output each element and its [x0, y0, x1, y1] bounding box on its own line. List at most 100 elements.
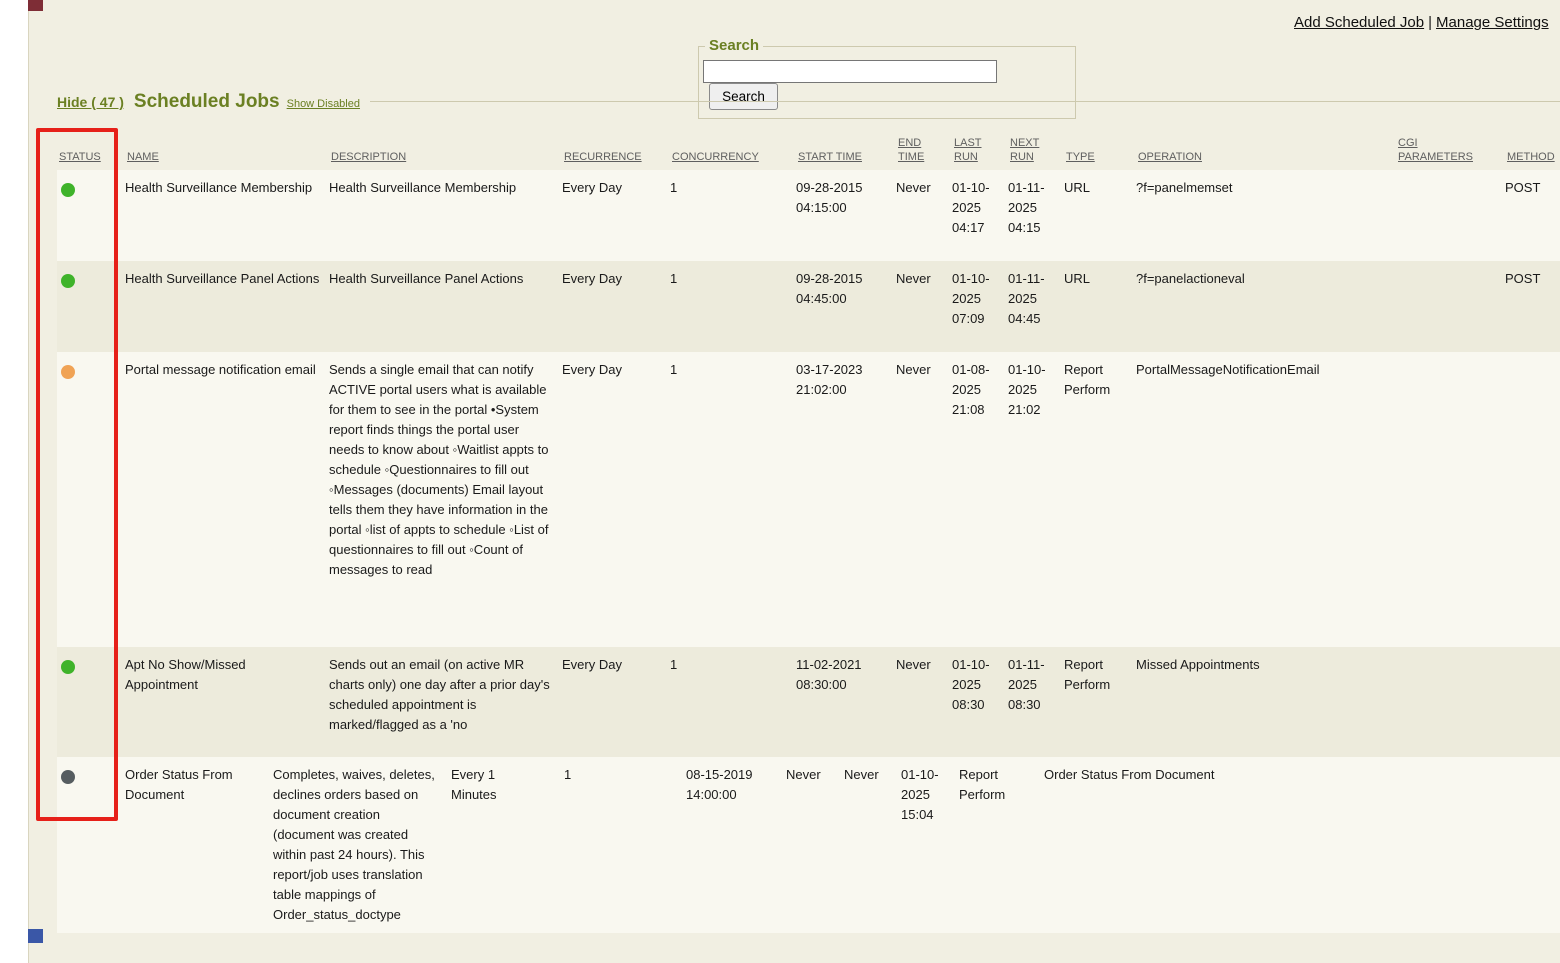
end-time-cell: Never — [896, 647, 952, 683]
table-header-row: STATUS NAME DESCRIPTION RECURRENCE CONCU… — [57, 125, 1560, 170]
last-run-cell: 01-10-2025 08:30 — [952, 647, 1008, 723]
concurrency-cell: 1 — [670, 647, 796, 683]
column-header-operation[interactable]: OPERATION — [1136, 150, 1396, 170]
status-dot — [61, 660, 75, 674]
type-cell: URL — [1064, 170, 1136, 206]
link-separator: | — [1428, 14, 1432, 31]
description-cell: Health Surveillance Panel Actions — [329, 261, 562, 297]
column-header-method[interactable]: METHOD — [1505, 150, 1560, 170]
column-header-end-time[interactable]: END TIME — [896, 136, 952, 170]
table-row[interactable]: Apt No Show/Missed Appointment Sends out… — [57, 647, 1560, 757]
start-time-cell: 09-28-2015 04:45:00 — [796, 261, 896, 317]
method-cell: POST — [1505, 170, 1560, 206]
concurrency-cell: 1 — [670, 352, 796, 388]
job-name-cell: Health Surveillance Membership — [125, 170, 329, 206]
next-run-cell: 01-11-2025 04:45 — [1008, 261, 1064, 337]
recurrence-cell: Every 1 Minutes — [451, 757, 564, 813]
cgi-parameters-cell — [1396, 170, 1505, 186]
column-header-start-time[interactable]: START TIME — [796, 150, 896, 170]
method-cell: POST — [1505, 261, 1560, 297]
type-cell: URL — [1064, 261, 1136, 297]
end-time-cell: Never — [896, 352, 952, 388]
column-header-status[interactable]: STATUS — [57, 150, 125, 170]
cgi-parameters-cell — [1396, 352, 1505, 368]
search-input[interactable] — [703, 60, 997, 83]
end-time-cell: Never — [786, 757, 844, 793]
column-header-description[interactable]: DESCRIPTION — [329, 150, 562, 170]
job-name-cell: Apt No Show/Missed Appointment — [125, 647, 329, 703]
recurrence-cell: Every Day — [562, 352, 670, 388]
topbar-links: Add Scheduled Job|Manage Settings — [1294, 13, 1549, 33]
concurrency-cell: 1 — [564, 757, 686, 793]
next-run-cell: 01-10-2025 21:02 — [1008, 352, 1064, 428]
status-dot — [61, 274, 75, 288]
operation-cell: ?f=panelmemset — [1136, 170, 1396, 206]
recurrence-cell: Every Day — [562, 170, 670, 206]
next-run-cell: 01-10-2025 15:04 — [901, 757, 959, 833]
start-time-cell: 03-17-2023 21:02:00 — [796, 352, 896, 408]
table-row[interactable]: Portal message notification email Sends … — [57, 352, 1560, 647]
description-cell: Health Surveillance Membership — [329, 170, 562, 206]
page-background: Add Scheduled Job|Manage Settings Search… — [28, 0, 1560, 963]
start-time-cell: 11-02-2021 08:30:00 — [796, 647, 896, 703]
table-row[interactable]: Health Surveillance Panel Actions Health… — [57, 261, 1560, 352]
status-dot — [61, 365, 75, 379]
last-run-cell: 01-10-2025 04:17 — [952, 170, 1008, 246]
method-cell — [1505, 647, 1560, 663]
type-cell: Report Perform — [1064, 647, 1136, 703]
job-name-cell: Portal message notification email — [125, 352, 329, 388]
end-time-cell: Never — [896, 170, 952, 206]
status-cell — [57, 757, 125, 792]
concurrency-cell: 1 — [670, 170, 796, 206]
status-dot — [61, 183, 75, 197]
next-run-cell: 01-11-2025 08:30 — [1008, 647, 1064, 723]
job-name-cell: Health Surveillance Panel Actions — [125, 261, 329, 297]
column-header-type[interactable]: TYPE — [1064, 150, 1136, 170]
start-time-cell: 09-28-2015 04:15:00 — [796, 170, 896, 226]
hide-count-link[interactable]: Hide ( 47 ) — [57, 92, 124, 112]
type-cell: Report Perform — [959, 757, 1044, 813]
column-header-recurrence[interactable]: RECURRENCE — [562, 150, 670, 170]
operation-cell: ?f=panelactioneval — [1136, 261, 1396, 297]
cgi-parameters-cell — [1396, 647, 1505, 663]
section-border-line — [370, 101, 1560, 102]
type-cell: Report Perform — [1064, 352, 1136, 408]
recurrence-cell: Every Day — [562, 261, 670, 297]
search-panel-legend: Search — [705, 36, 763, 56]
next-run-cell: 01-11-2025 04:15 — [1008, 170, 1064, 246]
frame-corner-top — [28, 0, 43, 11]
status-cell — [57, 261, 125, 296]
scheduled-jobs-table: STATUS NAME DESCRIPTION RECURRENCE CONCU… — [29, 125, 1560, 933]
page-title: Scheduled Jobs — [134, 92, 280, 112]
last-run-cell: Never — [844, 757, 901, 793]
table-row[interactable]: Health Surveillance Membership Health Su… — [57, 170, 1560, 261]
description-cell: Sends out an email (on active MR charts … — [329, 647, 562, 743]
description-cell: Completes, waives, deletes, declines ord… — [273, 757, 451, 933]
column-header-concurrency[interactable]: CONCURRENCY — [670, 150, 796, 170]
method-cell — [1505, 352, 1560, 368]
table-row[interactable]: Order Status From Document Completes, wa… — [57, 757, 1560, 933]
start-time-cell: 08-15-2019 14:00:00 — [686, 757, 786, 813]
add-scheduled-job-link[interactable]: Add Scheduled Job — [1294, 14, 1424, 31]
operation-cell: Order Status From Document — [1044, 757, 1560, 793]
operation-cell: Missed Appointments — [1136, 647, 1396, 683]
column-header-last-run[interactable]: LAST RUN — [952, 136, 1008, 170]
cgi-parameters-cell — [1396, 261, 1505, 277]
column-header-next-run[interactable]: NEXT RUN — [1008, 136, 1064, 170]
status-cell — [57, 647, 125, 682]
operation-cell: PortalMessageNotificationEmail — [1136, 352, 1396, 388]
concurrency-cell: 1 — [670, 261, 796, 297]
end-time-cell: Never — [896, 261, 952, 297]
manage-settings-link[interactable]: Manage Settings — [1436, 14, 1549, 31]
last-run-cell: 01-10-2025 07:09 — [952, 261, 1008, 337]
status-cell — [57, 352, 125, 387]
job-name-cell: Order Status From Document — [125, 757, 273, 813]
frame-corner-bottom — [28, 929, 43, 943]
description-cell: Sends a single email that can notify ACT… — [329, 352, 562, 588]
column-header-cgi-parameters[interactable]: CGI PARAMETERS — [1396, 136, 1505, 170]
scheduled-jobs-header: Hide ( 47 ) Scheduled Jobs Show Disabled — [57, 92, 1560, 114]
show-disabled-link[interactable]: Show Disabled — [287, 94, 360, 114]
last-run-cell: 01-08-2025 21:08 — [952, 352, 1008, 428]
column-header-name[interactable]: NAME — [125, 150, 329, 170]
status-cell — [57, 170, 125, 205]
